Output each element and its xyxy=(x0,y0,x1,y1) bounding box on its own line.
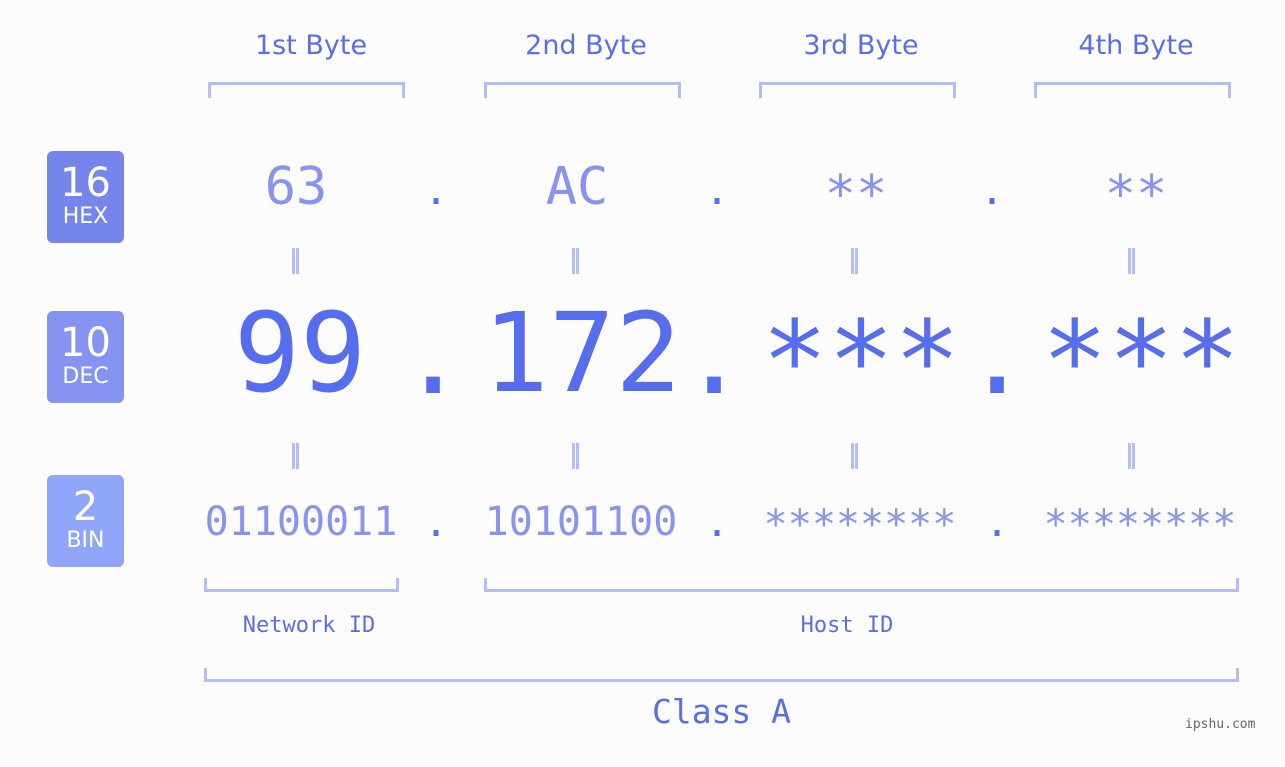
byte-header-2: 2nd Byte xyxy=(525,30,647,61)
dec-base: 10 xyxy=(60,320,111,366)
dec-byte-4: *** xyxy=(1041,297,1241,425)
byte-bracket-1 xyxy=(208,82,405,98)
bin-label: BIN xyxy=(66,528,105,553)
dec-dot-1: . xyxy=(400,291,467,419)
hex-dot-3: . xyxy=(980,168,1005,214)
hex-dot-2: . xyxy=(705,168,730,214)
dec-byte-2: 172 xyxy=(482,289,682,417)
bin-byte-2: 10101100 xyxy=(484,499,678,545)
bin-byte-3: ******** xyxy=(763,502,957,548)
dec-byte-1: 99 xyxy=(233,289,367,417)
hex-byte-3: ** xyxy=(824,165,888,225)
byte-bracket-3 xyxy=(759,82,956,98)
class-bracket xyxy=(204,668,1239,682)
hex-dot-1: . xyxy=(424,168,449,214)
hex-byte-1: 63 xyxy=(264,157,328,217)
network-id-label: Network ID xyxy=(242,613,376,638)
watermark: ipshu.com xyxy=(1185,717,1256,732)
equals-icon xyxy=(851,248,858,274)
equals-icon xyxy=(851,443,858,469)
hex-byte-4: ** xyxy=(1104,165,1168,225)
bin-byte-1: 01100011 xyxy=(204,499,398,545)
byte-header-4: 4th Byte xyxy=(1078,30,1194,61)
bin-base: 2 xyxy=(72,484,99,530)
equals-icon xyxy=(292,248,299,274)
byte-header-3: 3rd Byte xyxy=(803,30,919,61)
dec-dot-2: . xyxy=(681,291,748,419)
byte-bracket-4 xyxy=(1034,82,1231,98)
equals-icon xyxy=(1128,443,1135,469)
dec-dot-3: . xyxy=(964,291,1031,419)
hex-base: 16 xyxy=(60,160,111,206)
hex-label: HEX xyxy=(62,204,109,229)
byte-bracket-2 xyxy=(484,82,681,98)
bin-dot-2: . xyxy=(705,500,730,546)
hex-byte-2: AC xyxy=(545,157,609,217)
bin-dot-1: . xyxy=(424,500,449,546)
host-id-label: Host ID xyxy=(800,613,894,638)
equals-icon xyxy=(1128,248,1135,274)
equals-icon xyxy=(292,443,299,469)
bin-badge: 2 BIN xyxy=(47,475,124,567)
bin-byte-4: ******** xyxy=(1043,502,1237,548)
dec-label: DEC xyxy=(62,364,109,389)
hex-badge: 16 HEX xyxy=(47,151,124,243)
bin-dot-3: . xyxy=(985,500,1010,546)
equals-icon xyxy=(572,248,579,274)
dec-badge: 10 DEC xyxy=(47,311,124,403)
byte-header-1: 1st Byte xyxy=(254,30,368,61)
network-id-bracket xyxy=(204,578,399,592)
host-id-bracket xyxy=(484,578,1239,592)
ip-class-label: Class A xyxy=(651,692,792,731)
dec-byte-3: *** xyxy=(761,297,961,425)
equals-icon xyxy=(572,443,579,469)
